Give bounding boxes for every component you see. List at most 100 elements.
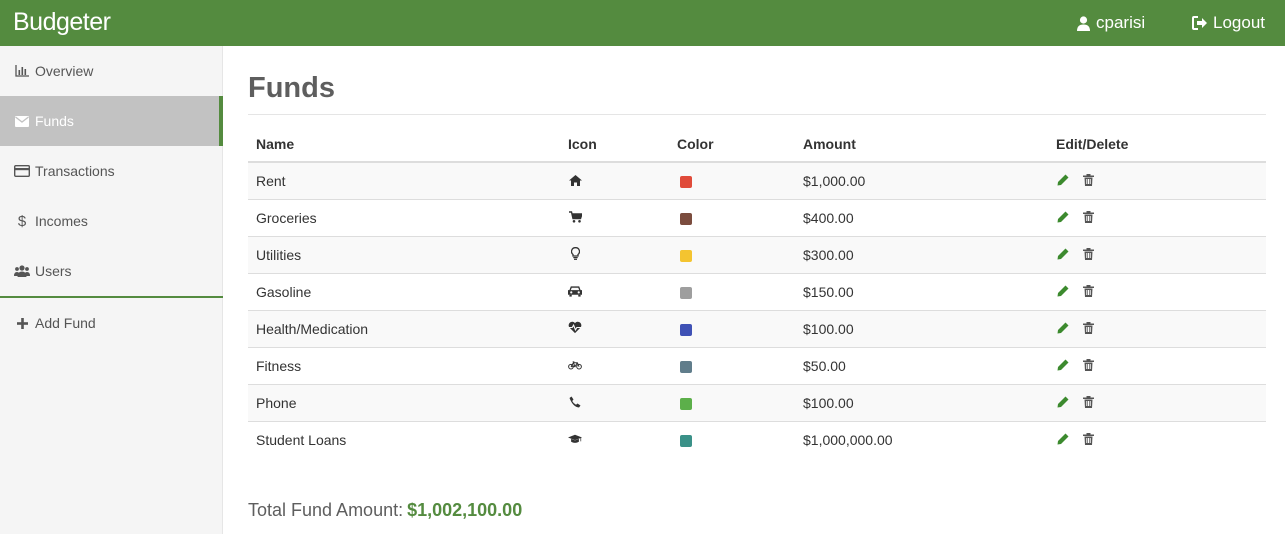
table-row: Utilities $300.00 bbox=[248, 235, 1266, 273]
credit-card-icon bbox=[14, 164, 30, 178]
edit-button[interactable] bbox=[1056, 173, 1070, 187]
sidebar-item-transactions[interactable]: Transactions bbox=[0, 146, 223, 196]
delete-button[interactable] bbox=[1082, 173, 1096, 187]
user-icon bbox=[1075, 15, 1091, 31]
app-brand[interactable]: Budgeter bbox=[13, 7, 111, 37]
trash-icon bbox=[1082, 210, 1096, 224]
trash-icon bbox=[1082, 358, 1096, 372]
table-row: Rent $1,000.00 bbox=[248, 161, 1266, 199]
edit-button[interactable] bbox=[1056, 210, 1070, 224]
sidebar-item-label: Incomes bbox=[35, 213, 88, 229]
table-row: Student Loans $1,000,000.00 bbox=[248, 420, 1266, 458]
trash-icon bbox=[1082, 173, 1096, 187]
funds-table: Name Icon Color Amount Edit/Delete Rent … bbox=[248, 126, 1266, 458]
logout-label: Logout bbox=[1213, 13, 1265, 32]
logout-link[interactable]: Logout bbox=[1192, 0, 1265, 46]
sidebar-item-label: Funds bbox=[35, 113, 74, 129]
sidebar-item-label: Users bbox=[35, 263, 72, 279]
fund-name: Fitness bbox=[248, 346, 560, 384]
user-menu[interactable]: cparisi bbox=[1075, 0, 1145, 46]
sidebar: Overview Funds Transactions $ Incomes Us… bbox=[0, 46, 223, 534]
column-header-edit-delete: Edit/Delete bbox=[1048, 126, 1266, 163]
color-swatch bbox=[680, 360, 692, 373]
phone-icon bbox=[568, 395, 582, 409]
trash-icon bbox=[1082, 395, 1096, 409]
delete-button[interactable] bbox=[1082, 284, 1096, 298]
table-row: Groceries $400.00 bbox=[248, 198, 1266, 236]
fund-amount: $300.00 bbox=[795, 235, 1048, 273]
color-swatch bbox=[680, 286, 692, 299]
color-swatch bbox=[680, 397, 692, 410]
pencil-icon bbox=[1056, 358, 1070, 372]
delete-button[interactable] bbox=[1082, 395, 1096, 409]
logout-icon bbox=[1192, 15, 1208, 31]
column-header-amount: Amount bbox=[795, 126, 1048, 163]
total-label: Total Fund Amount: bbox=[248, 500, 404, 520]
fund-amount: $400.00 bbox=[795, 198, 1048, 236]
graduation-cap-icon bbox=[568, 432, 582, 446]
bar-chart-icon bbox=[14, 64, 30, 78]
bicycle-icon bbox=[568, 358, 582, 372]
delete-button[interactable] bbox=[1082, 321, 1096, 335]
trash-icon bbox=[1082, 247, 1096, 261]
fund-amount: $50.00 bbox=[795, 346, 1048, 384]
pencil-icon bbox=[1056, 173, 1070, 187]
sidebar-item-label: Transactions bbox=[35, 163, 115, 179]
car-icon bbox=[568, 284, 582, 298]
edit-button[interactable] bbox=[1056, 432, 1070, 446]
fund-name: Utilities bbox=[248, 235, 560, 273]
delete-button[interactable] bbox=[1082, 432, 1096, 446]
trash-icon bbox=[1082, 321, 1096, 335]
trash-icon bbox=[1082, 432, 1096, 446]
users-icon bbox=[14, 264, 30, 278]
sidebar-item-users[interactable]: Users bbox=[0, 246, 223, 296]
delete-button[interactable] bbox=[1082, 247, 1096, 261]
fund-name: Health/Medication bbox=[248, 309, 560, 347]
add-fund-button[interactable]: Add Fund bbox=[0, 298, 223, 348]
table-row: Health/Medication $100.00 bbox=[248, 309, 1266, 347]
column-header-name: Name bbox=[248, 126, 560, 163]
fund-name: Groceries bbox=[248, 198, 560, 236]
fund-amount: $1,000,000.00 bbox=[795, 420, 1048, 458]
pencil-icon bbox=[1056, 284, 1070, 298]
heartbeat-icon bbox=[568, 320, 582, 334]
column-header-icon: Icon bbox=[560, 126, 669, 163]
sidebar-item-overview[interactable]: Overview bbox=[0, 46, 223, 96]
page-title: Funds bbox=[248, 72, 335, 104]
delete-button[interactable] bbox=[1082, 358, 1096, 372]
edit-button[interactable] bbox=[1056, 395, 1070, 409]
pencil-icon bbox=[1056, 432, 1070, 446]
pencil-icon bbox=[1056, 395, 1070, 409]
fund-amount: $100.00 bbox=[795, 383, 1048, 421]
total-value: $1,002,100.00 bbox=[407, 500, 523, 520]
fund-amount: $1,000.00 bbox=[795, 161, 1048, 199]
edit-button[interactable] bbox=[1056, 358, 1070, 372]
table-row: Gasoline $150.00 bbox=[248, 272, 1266, 310]
top-navbar: Budgeter cparisi Logout bbox=[0, 0, 1285, 46]
title-divider bbox=[248, 114, 1266, 115]
color-swatch bbox=[680, 249, 692, 262]
trash-icon bbox=[1082, 284, 1096, 298]
table-header-row: Name Icon Color Amount Edit/Delete bbox=[248, 126, 1266, 163]
sidebar-item-label: Overview bbox=[35, 63, 94, 79]
home-icon bbox=[568, 173, 582, 187]
add-fund-label: Add Fund bbox=[35, 315, 96, 331]
delete-button[interactable] bbox=[1082, 210, 1096, 224]
fund-amount: $100.00 bbox=[795, 309, 1048, 347]
username: cparisi bbox=[1096, 13, 1146, 32]
sidebar-item-incomes[interactable]: $ Incomes bbox=[0, 196, 223, 246]
pencil-icon bbox=[1056, 247, 1070, 261]
fund-amount: $150.00 bbox=[795, 272, 1048, 310]
edit-button[interactable] bbox=[1056, 284, 1070, 298]
color-swatch bbox=[680, 212, 692, 225]
sidebar-item-funds[interactable]: Funds bbox=[0, 96, 223, 146]
color-swatch bbox=[680, 435, 692, 448]
fund-name: Rent bbox=[248, 161, 560, 199]
column-header-color: Color bbox=[669, 126, 795, 163]
edit-button[interactable] bbox=[1056, 321, 1070, 335]
edit-button[interactable] bbox=[1056, 247, 1070, 261]
fund-name: Phone bbox=[248, 383, 560, 421]
total-fund-amount: Total Fund Amount: $1,002,100.00 bbox=[248, 500, 522, 521]
pencil-icon bbox=[1056, 210, 1070, 224]
color-swatch bbox=[680, 176, 692, 189]
